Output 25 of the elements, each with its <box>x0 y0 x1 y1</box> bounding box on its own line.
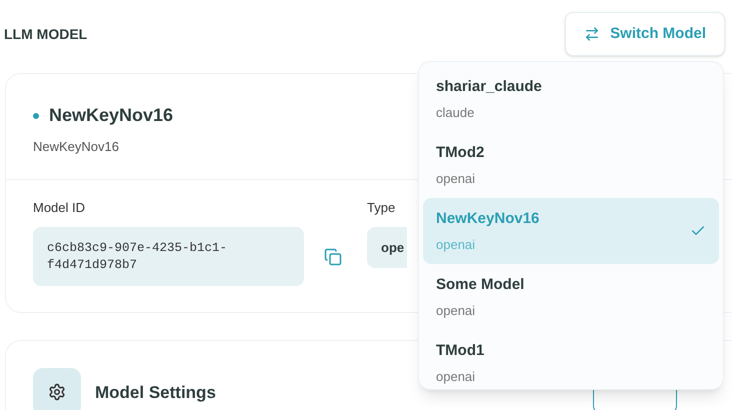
settings-icon <box>48 383 66 401</box>
option-name: shariar_claude <box>436 76 542 96</box>
model-option[interactable]: Some Model openai <box>423 264 719 330</box>
option-name: NewKeyNov16 <box>436 208 540 228</box>
model-option[interactable]: shariar_claude claude <box>423 66 719 132</box>
page-heading: LLM MODEL <box>4 24 88 44</box>
model-subtitle: NewKeyNov16 <box>33 138 119 156</box>
settings-title: Model Settings <box>95 382 216 404</box>
copy-icon[interactable] <box>324 248 342 266</box>
option-provider: openai <box>436 368 476 386</box>
type-field: ope <box>367 227 407 268</box>
field-label: Type <box>367 198 396 217</box>
option-provider: claude <box>436 104 476 122</box>
option-provider: openai <box>436 302 476 320</box>
model-name: NewKeyNov16 <box>49 104 174 127</box>
option-name: TMod2 <box>436 142 484 162</box>
option-name: TMod1 <box>436 340 484 360</box>
option-provider: openai <box>436 236 476 254</box>
model-id-field: c6cb83c9-907e-4235-b1c1-f4d471d978b7 <box>33 227 304 286</box>
option-provider: openai <box>436 170 476 188</box>
model-option[interactable]: TMod2 openai <box>423 132 719 198</box>
swap-arrows-icon <box>584 26 600 42</box>
field-label: Model ID <box>33 198 86 216</box>
option-name: Some Model <box>436 274 524 294</box>
model-option[interactable]: TMod1 openai <box>423 330 719 389</box>
